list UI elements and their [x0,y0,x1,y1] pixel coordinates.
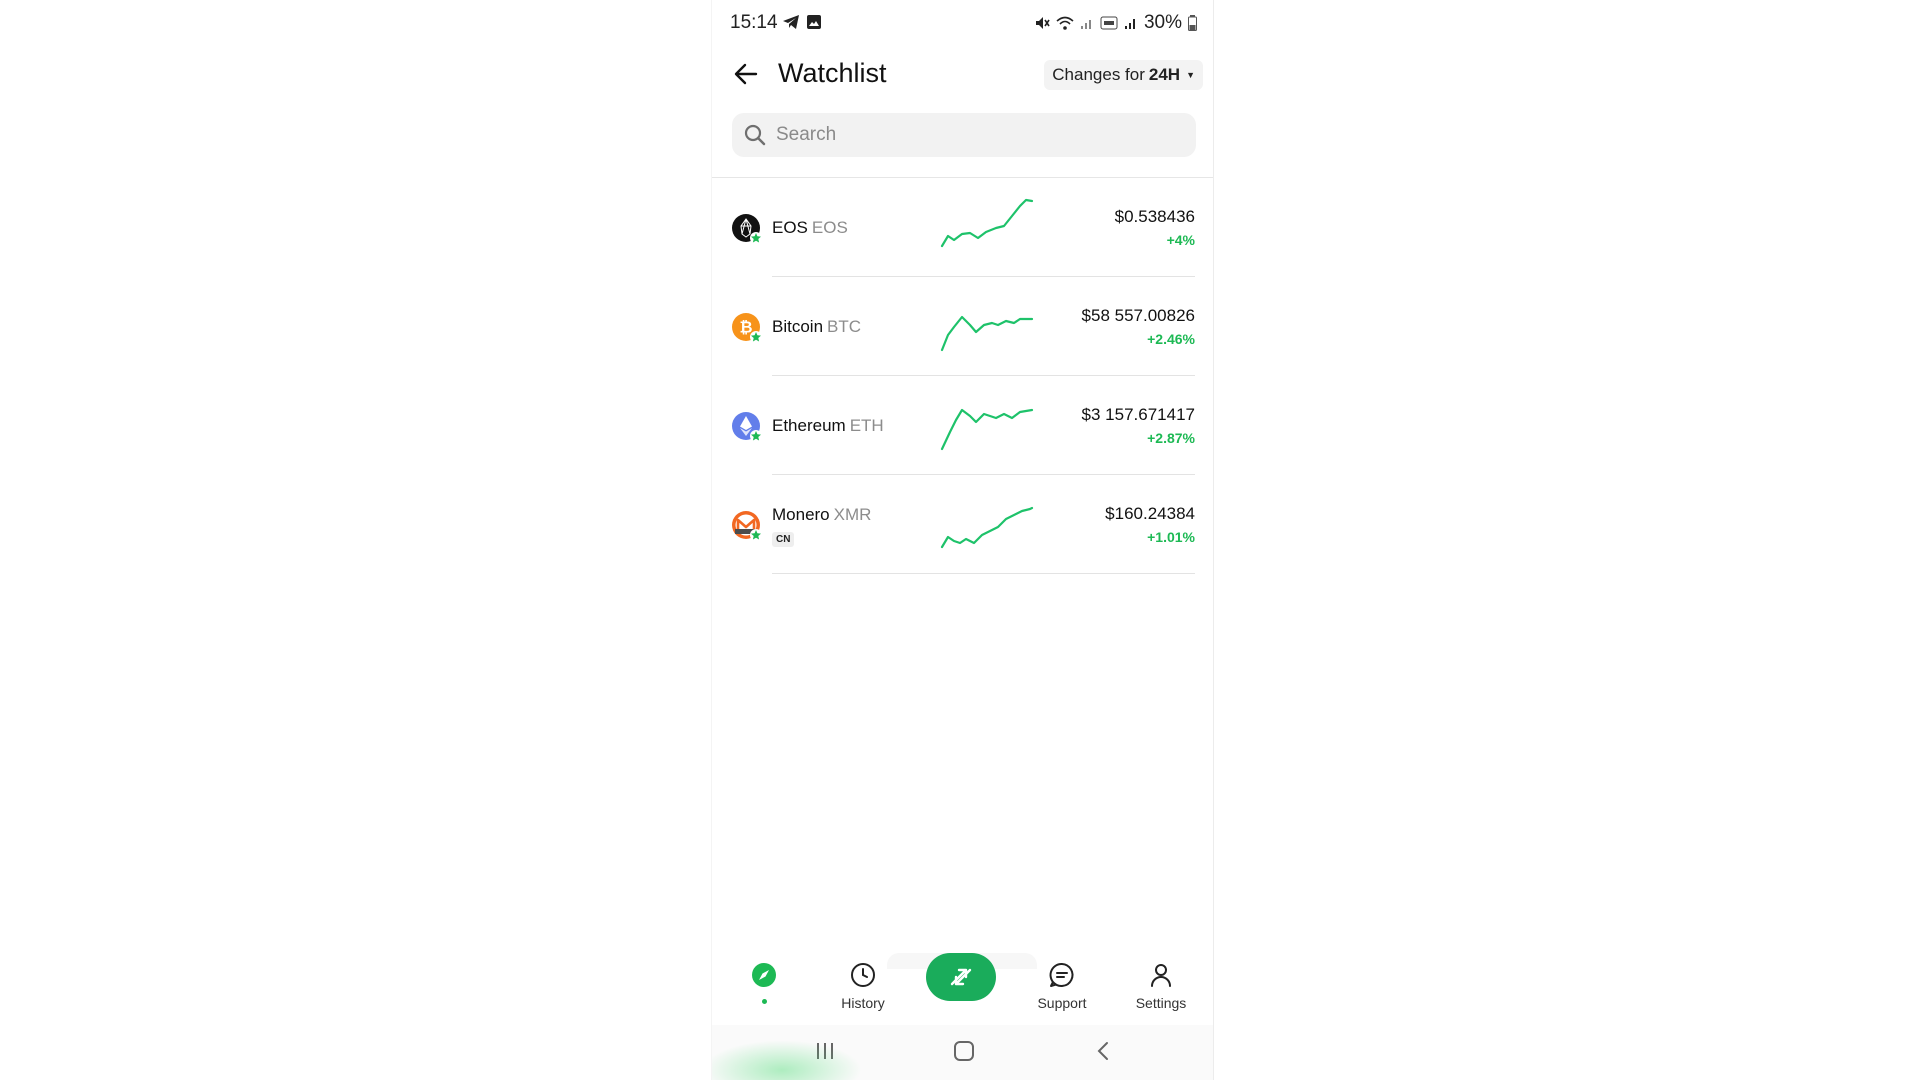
coin-symbol: BTC [827,317,862,336]
status-bar: 15:14 30% [712,0,1213,44]
coin-name: Bitcoin BTC [772,317,861,337]
changes-period-dropdown[interactable]: Changes for 24H ▼ [1044,60,1203,90]
exchange-button[interactable] [926,953,996,1001]
nav-settings-label: Settings [1135,995,1187,1011]
coin-change: +2.87% [1147,430,1195,446]
network-badge: CN [772,532,795,547]
search-bar[interactable] [732,113,1196,157]
volte-icon [1100,16,1118,30]
battery-text: 30% [1143,12,1182,33]
nav-support[interactable]: Support [1022,961,1102,1011]
coin-price: $0.538436 [1114,207,1195,226]
nav-explore[interactable] [724,961,804,1004]
caret-down-icon: ▼ [1186,70,1195,80]
coin-symbol: ETH [849,416,884,435]
coin-price: $3 157.671417 [1081,405,1195,424]
phone-screen: 15:14 30% Watchlist Changes for 24H ▼ Se… [711,0,1214,1080]
clock-icon [851,963,875,987]
list-item[interactable]: Ethereum ETH $3 157.671417 +2.87% [712,376,1213,475]
coin-symbol: EOS [811,218,848,237]
coin-name: EOS EOS [772,218,848,238]
watchlist: EOS EOS $0.538436 +4% ₿ Bitcoin BTC $58 … [712,178,1213,574]
nav-history[interactable]: History [823,961,903,1011]
coin-title: Ethereum [772,416,846,435]
nav-history-label: History [841,995,885,1011]
coin-title: EOS [772,218,808,237]
coin-change: +2.46% [1147,331,1195,347]
telegram-icon [783,15,799,29]
list-item[interactable]: EOS EOS $0.538436 +4% [712,178,1213,277]
battery-icon [1188,15,1197,31]
coin-price: $58 557.00826 [1081,306,1195,325]
coin-change: +4% [1166,232,1195,248]
coin-name: Ethereum ETH [772,416,884,436]
star-icon [750,430,762,442]
nav-settings[interactable]: Settings [1121,961,1201,1011]
person-icon [1151,964,1171,987]
status-right: 30% [1034,12,1197,34]
star-icon [750,529,762,541]
sparkline-chart [940,506,1034,549]
search-icon [744,124,766,146]
status-time: 15:14 [730,12,778,33]
back-button[interactable] [732,60,764,90]
sparkline-chart [940,198,1034,248]
home-icon[interactable] [953,1041,975,1061]
system-back-icon[interactable] [1095,1041,1111,1061]
active-indicator [761,999,767,1004]
wifi-icon [1056,16,1074,30]
signal-icon [1124,19,1135,29]
search-input[interactable] [774,123,1178,147]
coin-name: Monero XMR [772,505,871,525]
row-divider [772,573,1195,574]
star-icon [750,232,762,244]
list-item[interactable]: ₿ Bitcoin BTC $58 557.00826 +2.46% [712,277,1213,376]
arrow-left-icon [734,63,758,85]
star-icon [750,331,762,343]
sparkline-chart [940,408,1034,451]
app-header: Watchlist Changes for 24H ▼ [712,50,1213,100]
coin-title: Monero [772,505,830,524]
changes-label: Changes for [1052,65,1145,84]
page-title: Watchlist [778,58,887,88]
bottom-nav: History Support Settings [712,945,1213,1025]
list-item[interactable]: Monero XMR CN $160.24384 +1.01% [712,475,1213,574]
coin-title: Bitcoin [772,317,824,336]
coin-price: $160.24384 [1105,504,1195,523]
coin-symbol: XMR [833,505,872,524]
nav-support-label: Support [1037,995,1087,1011]
coin-change: +1.01% [1147,529,1195,545]
image-icon [807,15,821,29]
mute-icon [1035,17,1050,29]
sparkline-chart [940,315,1034,352]
chat-bubble-icon [1049,962,1074,987]
signal-icon [1080,20,1091,29]
status-left-icons [782,14,822,30]
exchange-arrows-icon [950,968,972,986]
changes-period: 24H [1148,65,1181,84]
compass-icon [752,963,776,987]
